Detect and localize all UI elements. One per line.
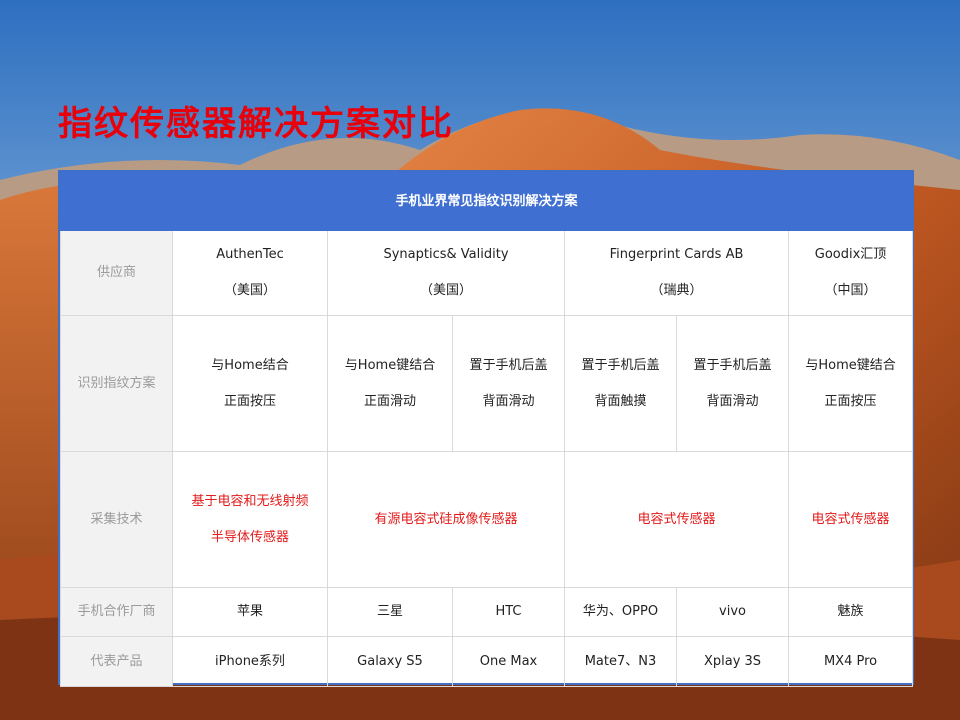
table-row: 识别指纹方案 与Home结合 正面按压 与Home键结合 正面滑动 置于手机后盖 背面… bbox=[60, 315, 914, 452]
vendor-cell: Fingerprint Cards AB （瑞典） bbox=[564, 230, 789, 316]
scheme-cell: 置于手机后盖 背面滑动 bbox=[452, 315, 565, 452]
scheme-cell: 置于手机后盖 背面触摸 bbox=[564, 315, 677, 452]
tech-cell: 电容式传感器 bbox=[787, 451, 914, 588]
vendor-cell: Goodix汇顶 （中国） bbox=[787, 230, 914, 316]
product-cell: iPhone系列 bbox=[172, 636, 328, 687]
partner-cell: 苹果 bbox=[172, 587, 328, 637]
scheme-cell: 与Home键结合 正面滑动 bbox=[327, 315, 453, 452]
partner-cell: HTC bbox=[452, 587, 565, 637]
vendor-cell: Synaptics& Validity （美国） bbox=[327, 230, 565, 316]
row-label-scheme: 识别指纹方案 bbox=[60, 315, 173, 452]
partner-cell: 华为、OPPO bbox=[564, 587, 677, 637]
vendor-cell: AuthenTec （美国） bbox=[172, 230, 328, 316]
product-cell: Xplay 3S bbox=[676, 636, 789, 687]
row-label-vendor: 供应商 bbox=[60, 230, 173, 316]
scheme-cell: 与Home键结合 正面按压 bbox=[787, 315, 914, 452]
partner-cell: 魅族 bbox=[787, 587, 914, 637]
partner-cell: vivo bbox=[676, 587, 789, 637]
row-label-products: 代表产品 bbox=[60, 636, 173, 687]
partner-cell: 三星 bbox=[327, 587, 453, 637]
table-row: 采集技术 基于电容和无线射频 半导体传感器 有源电容式硅成像传感器 电容式传感器 … bbox=[60, 451, 914, 588]
product-cell: Galaxy S5 bbox=[327, 636, 453, 687]
product-cell: MX4 Pro bbox=[787, 636, 914, 687]
tech-cell: 电容式传感器 bbox=[564, 451, 789, 588]
row-label-tech: 采集技术 bbox=[60, 451, 173, 588]
table-row: 手机合作厂商 苹果 三星 HTC 华为、OPPO vivo 魅族 bbox=[60, 587, 914, 637]
scheme-cell: 置于手机后盖 背面滑动 bbox=[676, 315, 789, 452]
tech-cell: 有源电容式硅成像传感器 bbox=[327, 451, 565, 588]
table-header: 手机业界常见指纹识别解决方案 bbox=[59, 172, 914, 231]
table-row: 代表产品 iPhone系列 Galaxy S5 One Max Mate7、N3… bbox=[60, 636, 914, 687]
tech-cell: 基于电容和无线射频 半导体传感器 bbox=[172, 451, 328, 588]
product-cell: Mate7、N3 bbox=[564, 636, 677, 687]
slide-title: 指纹传感器解决方案对比 bbox=[58, 104, 454, 144]
scheme-cell: 与Home结合 正面按压 bbox=[172, 315, 328, 452]
table-row: 供应商 AuthenTec （美国） Synaptics& Validity （美国… bbox=[60, 230, 914, 316]
product-cell: One Max bbox=[452, 636, 565, 687]
comparison-table: 手机业界常见指纹识别解决方案 供应商 AuthenTec （美国） Synapti… bbox=[58, 170, 914, 687]
row-label-partners: 手机合作厂商 bbox=[60, 587, 173, 637]
